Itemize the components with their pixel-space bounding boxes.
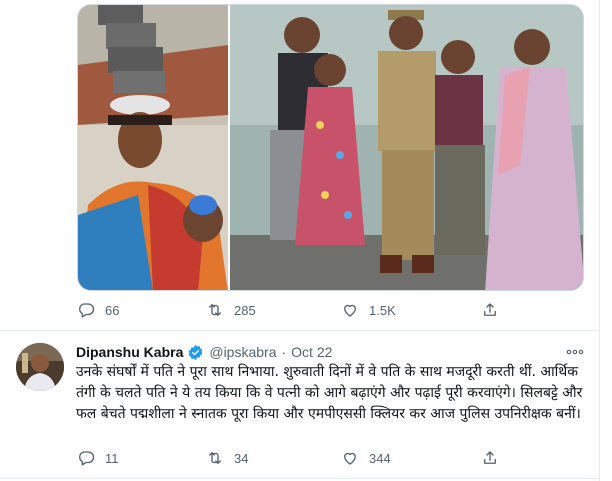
verified-badge-icon bbox=[189, 344, 203, 360]
more-icon[interactable] bbox=[565, 344, 585, 360]
tweet-date[interactable]: Oct 22 bbox=[291, 344, 332, 360]
author-handle[interactable]: @ipskabra bbox=[209, 344, 276, 360]
photo-family-group[interactable] bbox=[230, 5, 584, 291]
retweet-count-2: 34 bbox=[234, 450, 249, 466]
reply-icon bbox=[79, 451, 95, 466]
reply-count: 66 bbox=[105, 302, 120, 318]
tweet-header: Dipanshu Kabra @ipskabra · Oct 22 bbox=[76, 343, 332, 361]
twitter-timeline: 66 285 1.5K Dipanshu Kabra @ipskabra · O… bbox=[0, 0, 612, 481]
share-icon bbox=[484, 451, 496, 464]
reply-count-2: 11 bbox=[105, 450, 119, 466]
author-name[interactable]: Dipanshu Kabra bbox=[76, 344, 183, 360]
share-button[interactable] bbox=[481, 299, 499, 321]
retweet-count: 285 bbox=[234, 302, 256, 318]
photo-woman-carrying-stones[interactable] bbox=[78, 5, 228, 291]
tweet-media[interactable] bbox=[77, 4, 584, 291]
like-icon bbox=[344, 304, 356, 317]
tweet-divider bbox=[0, 330, 599, 331]
reply-button[interactable]: 66 bbox=[77, 299, 119, 321]
like-count-2: 344 bbox=[369, 450, 391, 466]
retweet-icon bbox=[209, 452, 221, 464]
header-separator: · bbox=[281, 344, 287, 360]
tweet-text: उनके संघर्षों में पति ने पूरा साथ निभाया… bbox=[76, 364, 583, 422]
like-count: 1.5K bbox=[369, 302, 396, 318]
avatar[interactable] bbox=[16, 343, 64, 391]
reply-icon bbox=[79, 303, 95, 318]
share-button-2[interactable] bbox=[481, 447, 499, 469]
retweet-button[interactable]: 285 bbox=[206, 299, 256, 321]
tweet-divider-bottom bbox=[0, 478, 599, 479]
share-icon bbox=[484, 303, 496, 316]
reply-button-2[interactable]: 11 bbox=[77, 447, 119, 469]
retweet-icon bbox=[209, 304, 221, 316]
retweet-button-2[interactable]: 34 bbox=[206, 447, 248, 469]
like-icon bbox=[344, 452, 356, 465]
timeline-border bbox=[599, 0, 600, 481]
like-button[interactable]: 1.5K bbox=[341, 299, 396, 321]
like-button-2[interactable]: 344 bbox=[341, 447, 391, 469]
